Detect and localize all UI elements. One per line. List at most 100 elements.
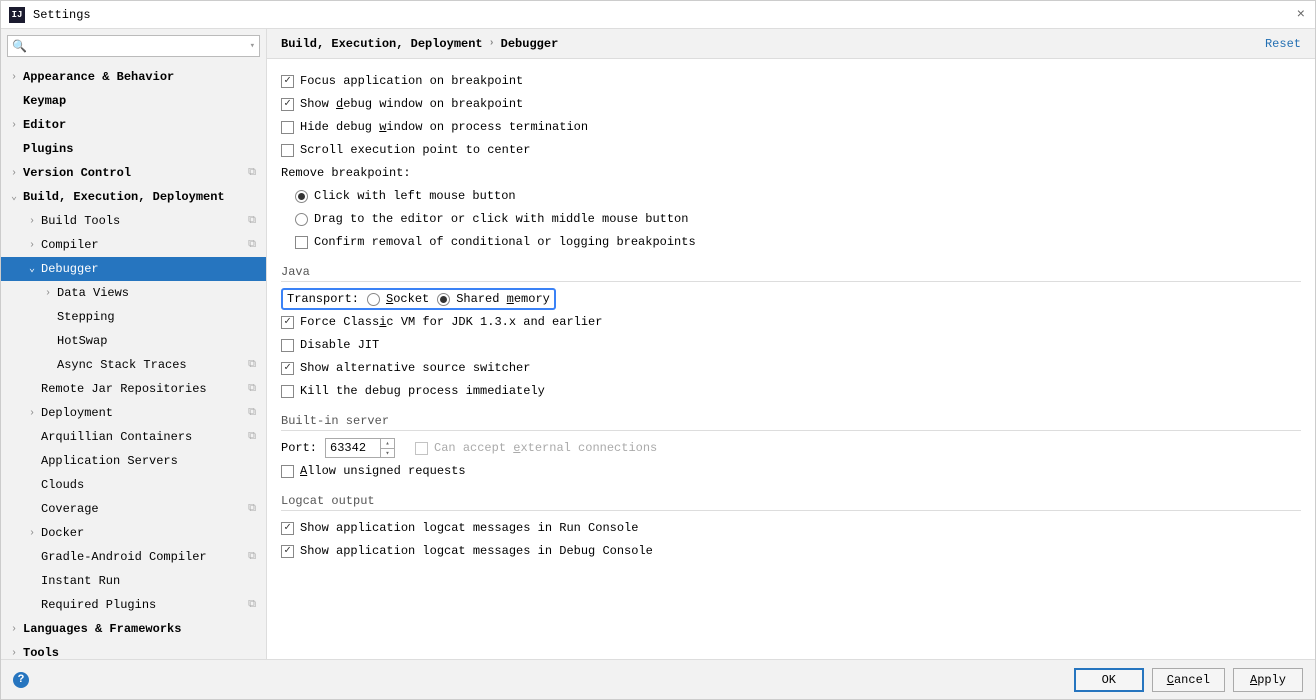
chevron-icon: › bbox=[11, 624, 23, 635]
project-scope-icon: ⧉ bbox=[248, 167, 256, 179]
project-scope-icon: ⧉ bbox=[248, 359, 256, 371]
show-debug-checkbox[interactable] bbox=[281, 98, 294, 111]
tree-item-docker[interactable]: ›Docker bbox=[1, 521, 266, 545]
scroll-exec-checkbox[interactable] bbox=[281, 144, 294, 157]
port-input[interactable] bbox=[325, 438, 381, 458]
breadcrumb-root[interactable]: Build, Execution, Deployment bbox=[281, 37, 483, 51]
chevron-icon: › bbox=[29, 528, 41, 539]
rb-click-label: Click with left mouse button bbox=[314, 189, 516, 203]
tree-item-label: Editor bbox=[23, 118, 66, 132]
tree-item-async-stack-traces[interactable]: Async Stack Traces⧉ bbox=[1, 353, 266, 377]
rb-drag-label: Drag to the editor or click with middle … bbox=[314, 212, 688, 226]
confirm-removal-label: Confirm removal of conditional or loggin… bbox=[314, 235, 696, 249]
help-icon[interactable]: ? bbox=[13, 672, 29, 688]
tree-item-deployment[interactable]: ›Deployment⧉ bbox=[1, 401, 266, 425]
rb-click-radio[interactable] bbox=[295, 190, 308, 203]
search-box[interactable]: 🔍 ▾ bbox=[7, 35, 260, 57]
tree-item-label: Arquillian Containers bbox=[41, 430, 192, 444]
tree-item-version-control[interactable]: ›Version Control⧉ bbox=[1, 161, 266, 185]
project-scope-icon: ⧉ bbox=[248, 503, 256, 515]
force-classic-checkbox[interactable] bbox=[281, 316, 294, 329]
ok-button[interactable]: OK bbox=[1074, 668, 1144, 692]
tree-item-arquillian-containers[interactable]: Arquillian Containers⧉ bbox=[1, 425, 266, 449]
tree-item-label: Required Plugins bbox=[41, 598, 156, 612]
tree-item-tools[interactable]: ›Tools bbox=[1, 641, 266, 659]
socket-radio[interactable] bbox=[367, 293, 380, 306]
java-section-title: Java bbox=[281, 265, 1301, 282]
tree-item-label: Coverage bbox=[41, 502, 99, 516]
tree-item-compiler[interactable]: ›Compiler⧉ bbox=[1, 233, 266, 257]
tree-item-editor[interactable]: ›Editor bbox=[1, 113, 266, 137]
server-section-title: Built-in server bbox=[281, 414, 1301, 431]
logcat-debug-checkbox[interactable] bbox=[281, 545, 294, 558]
rb-drag-radio[interactable] bbox=[295, 213, 308, 226]
tree-item-build-tools[interactable]: ›Build Tools⧉ bbox=[1, 209, 266, 233]
scroll-exec-label: Scroll execution point to center bbox=[300, 143, 530, 157]
tree-item-label: Gradle-Android Compiler bbox=[41, 550, 207, 564]
tree-item-hotswap[interactable]: HotSwap bbox=[1, 329, 266, 353]
kill-debug-checkbox[interactable] bbox=[281, 385, 294, 398]
footer: ? OK Cancel Apply bbox=[1, 659, 1315, 699]
tree-item-gradle-android-compiler[interactable]: Gradle-Android Compiler⧉ bbox=[1, 545, 266, 569]
settings-tree: ›Appearance & BehaviorKeymap›EditorPlugi… bbox=[1, 63, 266, 659]
tree-item-application-servers[interactable]: Application Servers bbox=[1, 449, 266, 473]
show-debug-label: Show debug window on breakpoint bbox=[300, 97, 523, 111]
project-scope-icon: ⧉ bbox=[248, 383, 256, 395]
tree-item-debugger[interactable]: ⌄Debugger bbox=[1, 257, 266, 281]
alt-source-checkbox[interactable] bbox=[281, 362, 294, 375]
tree-item-coverage[interactable]: Coverage ⧉ bbox=[1, 497, 266, 521]
chevron-icon: › bbox=[11, 648, 23, 659]
port-spinner[interactable]: ▴▾ bbox=[381, 438, 395, 458]
tree-item-label: Keymap bbox=[23, 94, 66, 108]
chevron-icon: › bbox=[29, 408, 41, 419]
tree-item-label: Appearance & Behavior bbox=[23, 70, 174, 84]
tree-item-data-views[interactable]: ›Data Views bbox=[1, 281, 266, 305]
tree-item-languages-frameworks[interactable]: ›Languages & Frameworks bbox=[1, 617, 266, 641]
force-classic-label: Force Classic VM for JDK 1.3.x and earli… bbox=[300, 315, 602, 329]
tree-item-appearance-behavior[interactable]: ›Appearance & Behavior bbox=[1, 65, 266, 89]
tree-item-label: Deployment bbox=[41, 406, 113, 420]
tree-item-label: Application Servers bbox=[41, 454, 178, 468]
disable-jit-checkbox[interactable] bbox=[281, 339, 294, 352]
focus-app-checkbox[interactable] bbox=[281, 75, 294, 88]
search-dropdown-icon[interactable]: ▾ bbox=[250, 41, 255, 51]
kill-debug-label: Kill the debug process immediately bbox=[300, 384, 545, 398]
tree-item-instant-run[interactable]: Instant Run bbox=[1, 569, 266, 593]
tree-item-label: Clouds bbox=[41, 478, 84, 492]
window-title: Settings bbox=[33, 8, 91, 22]
chevron-icon: › bbox=[29, 240, 41, 251]
tree-item-stepping[interactable]: Stepping bbox=[1, 305, 266, 329]
confirm-removal-checkbox[interactable] bbox=[295, 236, 308, 249]
tree-item-label: Debugger bbox=[41, 262, 99, 276]
apply-button[interactable]: Apply bbox=[1233, 668, 1303, 692]
shared-memory-radio[interactable] bbox=[437, 293, 450, 306]
close-icon[interactable]: × bbox=[1297, 7, 1305, 23]
disable-jit-label: Disable JIT bbox=[300, 338, 379, 352]
can-accept-label: Can accept external connections bbox=[434, 441, 657, 455]
titlebar: IJ Settings × bbox=[1, 1, 1315, 29]
logcat-run-checkbox[interactable] bbox=[281, 522, 294, 535]
chevron-right-icon: › bbox=[489, 38, 495, 49]
allow-unsigned-checkbox[interactable] bbox=[281, 465, 294, 478]
tree-item-clouds[interactable]: Clouds bbox=[1, 473, 266, 497]
reset-link[interactable]: Reset bbox=[1265, 37, 1301, 51]
chevron-icon: › bbox=[11, 168, 23, 179]
shared-memory-label: Shared memory bbox=[456, 292, 550, 306]
cancel-button[interactable]: Cancel bbox=[1152, 668, 1225, 692]
transport-highlight: Transport: Socket Shared memory bbox=[281, 288, 556, 310]
tree-item-build-execution-deployment[interactable]: ⌄Build, Execution, Deployment bbox=[1, 185, 266, 209]
logcat-debug-label: Show application logcat messages in Debu… bbox=[300, 544, 653, 558]
tree-item-label: Build Tools bbox=[41, 214, 120, 228]
tree-item-label: Languages & Frameworks bbox=[23, 622, 181, 636]
can-accept-checkbox[interactable] bbox=[415, 442, 428, 455]
tree-item-label: Compiler bbox=[41, 238, 99, 252]
breadcrumb: Build, Execution, Deployment › Debugger … bbox=[267, 29, 1315, 59]
hide-debug-checkbox[interactable] bbox=[281, 121, 294, 134]
port-label: Port: bbox=[281, 441, 317, 455]
logcat-section-title: Logcat output bbox=[281, 494, 1301, 511]
tree-item-remote-jar-repositories[interactable]: Remote Jar Repositories⧉ bbox=[1, 377, 266, 401]
search-input[interactable] bbox=[29, 39, 250, 53]
tree-item-required-plugins[interactable]: Required Plugins⧉ bbox=[1, 593, 266, 617]
tree-item-keymap[interactable]: Keymap bbox=[1, 89, 266, 113]
tree-item-plugins[interactable]: Plugins bbox=[1, 137, 266, 161]
